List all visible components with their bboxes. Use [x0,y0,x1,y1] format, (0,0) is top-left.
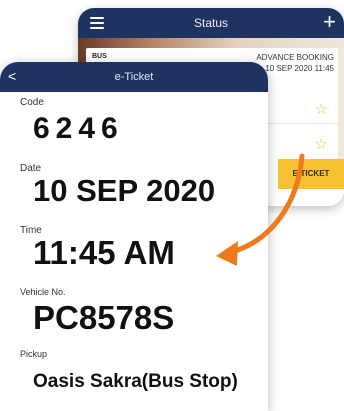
vehicle-label: Vehicle No. [20,287,66,297]
pickup-label: Pickup [20,349,48,359]
star-icon[interactable]: ☆ [315,100,328,118]
time-value: 11:45 AM [33,234,175,271]
vehicle-value: PC8578S [33,299,175,336]
eticket-title: e-Ticket [114,71,154,83]
status-title: Status [193,16,229,30]
arrow-icon [216,153,305,266]
star-icon[interactable]: ☆ [315,135,328,153]
date-value: 10 SEP 2020 [33,173,216,208]
bus-label: BUS [92,53,107,60]
code-label: Code [20,97,44,108]
eticket-header: < e-Ticket [0,62,268,92]
pickup-value: Oasis Sakra(Bus Stop) [33,371,238,392]
code-value: 6246 [33,112,124,145]
plus-icon[interactable]: + [323,11,336,33]
status-header: Status + [78,8,344,38]
